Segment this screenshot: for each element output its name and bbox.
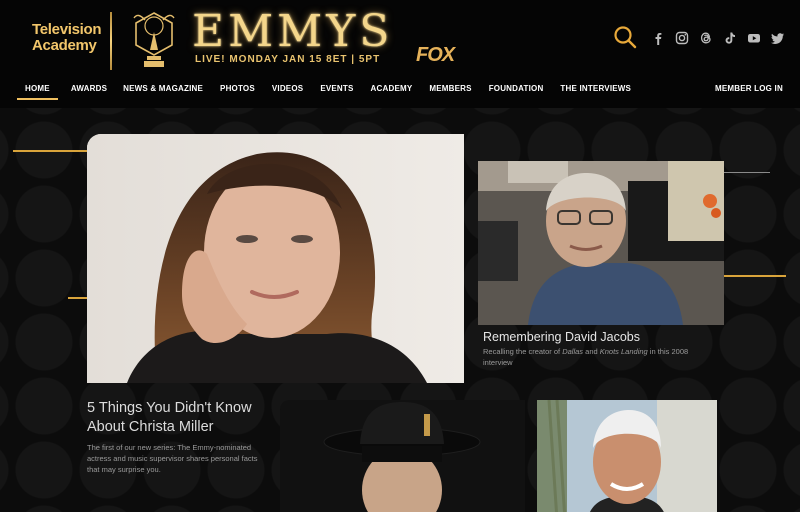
nav-item-members[interactable]: MEMBERS [429,80,471,100]
david-jacobs-headline[interactable]: Remembering David Jacobs [483,330,640,344]
david-jacobs-dek: Recalling the creator of Dallas and Knot… [483,347,689,367]
logo-divider [110,12,112,70]
television-academy-logo[interactable]: Television Academy [32,22,102,54]
article-image-hat-portrait[interactable] [280,400,525,512]
featured-article-image[interactable] [87,134,464,383]
member-login-link[interactable]: MEMBER LOG IN [715,84,783,93]
decorative-gold-line [13,150,87,152]
featured-article-dek: The first of our new series: The Emmy-no… [87,443,258,474]
decorative-gold-line [68,297,87,299]
host-portrait-photo [537,400,717,512]
article-image-host-portrait[interactable] [537,400,717,512]
nav-item-videos[interactable]: VIDEOS [272,80,303,100]
nav-item-news-magazine[interactable]: NEWS & MAGAZINE [123,80,203,100]
tiktok-icon[interactable] [718,28,742,48]
hat-portrait-photo [280,400,525,512]
interview-photo [478,161,724,325]
threads-icon[interactable] [694,28,718,48]
search-icon[interactable] [612,24,638,50]
main-navigation: HOME AWARDS NEWS & MAGAZINE PHOTOS VIDEO… [17,80,631,102]
social-links [646,28,790,48]
brand-block[interactable]: Television Academy EMMYS LIVE! MONDAY JA… [32,6,472,74]
emmy-statuette-icon [133,12,175,67]
facebook-icon[interactable] [646,28,670,48]
site-header: Television Academy EMMYS LIVE! MONDAY JA… [0,0,800,108]
nav-item-photos[interactable]: PHOTOS [220,80,255,100]
decorative-grey-line [724,172,770,173]
twitter-icon[interactable] [766,28,790,48]
decorative-gold-line [724,275,786,277]
nav-item-foundation[interactable]: FOUNDATION [489,80,544,100]
nav-item-academy[interactable]: ACADEMY [371,80,413,100]
instagram-icon[interactable] [670,28,694,48]
nav-item-the-interviews[interactable]: THE INTERVIEWS [560,80,631,100]
home-content: 5 Things You Didn't Know About Christa M… [0,108,800,512]
nav-item-awards[interactable]: AWARDS [71,80,107,100]
youtube-icon[interactable] [742,28,766,48]
david-jacobs-article-image[interactable] [478,161,724,325]
portrait-photo [87,134,464,383]
nav-item-home[interactable]: HOME [17,80,58,100]
nav-item-events[interactable]: EVENTS [320,80,353,100]
broadcast-info: LIVE! MONDAY JAN 15 8ET | 5PT [195,54,381,65]
emmys-wordmark[interactable]: EMMYS [192,6,393,57]
fox-network-logo[interactable]: FOX [416,44,455,67]
featured-article-headline[interactable]: 5 Things You Didn't Know About Christa M… [87,399,277,437]
